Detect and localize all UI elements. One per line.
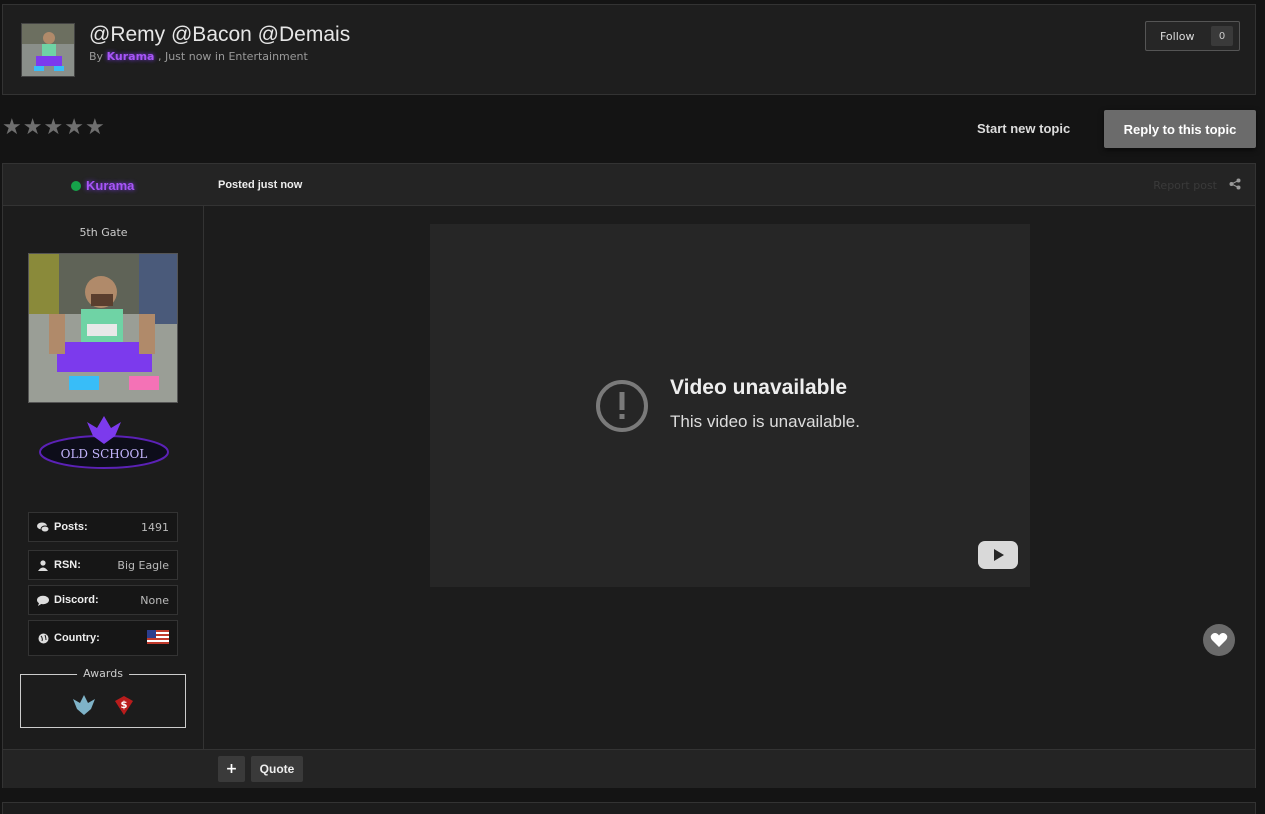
quote-button[interactable]: Quote (251, 756, 303, 782)
youtube-play-icon[interactable] (978, 541, 1018, 569)
follow-label: Follow (1160, 29, 1195, 43)
old-school-badge: OLD SCHOOL (37, 414, 171, 474)
topic-header: @Remy @Bacon @Demais By Kurama , Just no… (2, 4, 1256, 95)
exclamation-icon (596, 380, 648, 432)
multiquote-add-button[interactable]: + (218, 756, 245, 782)
topic-author-link[interactable]: Kurama (107, 50, 155, 63)
star-rating[interactable]: ★ ★ ★ ★ ★ (2, 117, 105, 139)
like-button[interactable] (1203, 624, 1235, 656)
awards-box: Awards $ (20, 667, 186, 728)
author-sidebar: 5th Gate OLD SCHOOL Posts: 1491 RSN: Big… (3, 206, 204, 749)
stat-value: Big Eagle (117, 558, 169, 572)
user-icon (37, 559, 49, 571)
report-post-link[interactable]: Report post (1153, 179, 1217, 192)
follow-count: 0 (1211, 26, 1233, 46)
stat-key: Country: (54, 632, 100, 644)
stat-rsn: RSN: Big Eagle (28, 550, 178, 580)
badge-text: OLD SCHOOL (61, 447, 148, 461)
video-unavailable-subtitle: This video is unavailable. (670, 412, 860, 431)
stat-value: None (140, 593, 169, 607)
next-post-panel (2, 802, 1256, 814)
post-header: Kurama Posted just now Report post (3, 164, 1255, 206)
reply-to-topic-button[interactable]: Reply to this topic (1104, 110, 1256, 148)
stat-discord: Discord: None (28, 585, 178, 615)
post-footer: + Quote (3, 749, 1255, 788)
chat-icon (37, 594, 49, 606)
stat-key: RSN: (54, 559, 81, 571)
post: Kurama Posted just now Report post 5th G… (2, 163, 1256, 788)
member-rank: 5th Gate (79, 226, 128, 239)
start-new-topic-link[interactable]: Start new topic (977, 121, 1070, 136)
topic-author-avatar[interactable] (21, 23, 75, 77)
star-icon[interactable]: ★ (2, 117, 22, 139)
video-unavailable-title: Video unavailable (670, 376, 848, 399)
post-author[interactable]: Kurama (71, 178, 134, 193)
star-icon[interactable]: ★ (43, 117, 63, 139)
online-indicator-icon (71, 180, 81, 191)
star-icon[interactable]: ★ (64, 117, 84, 139)
topic-meta: By Kurama , Just now in Entertainment (89, 50, 308, 63)
star-icon[interactable]: ★ (23, 117, 43, 139)
follow-button[interactable]: Follow 0 (1145, 21, 1240, 51)
star-icon[interactable]: ★ (85, 117, 105, 139)
stat-posts: Posts: 1491 (28, 512, 178, 542)
eagle-award-icon[interactable] (71, 693, 97, 717)
stat-key: Posts: (54, 521, 88, 533)
topic-title: @Remy @Bacon @Demais (89, 23, 351, 46)
by-label: By (89, 50, 104, 63)
post-author-name[interactable]: Kurama (86, 178, 134, 193)
stat-value: 1491 (141, 520, 169, 534)
post-timestamp: Posted just now (218, 179, 303, 191)
stat-country: Country: (28, 620, 178, 656)
money-award-icon[interactable]: $ (111, 693, 137, 717)
video-embed[interactable]: Video unavailable This video is unavaila… (430, 224, 1030, 587)
share-icon[interactable] (1229, 178, 1241, 190)
heart-icon (1210, 633, 1228, 647)
stat-key: Discord: (54, 594, 99, 606)
comments-icon (37, 521, 49, 533)
us-flag-icon (147, 629, 169, 647)
topic-meta-suffix: , Just now in Entertainment (157, 50, 308, 63)
svg-text:$: $ (121, 700, 128, 711)
author-avatar[interactable] (28, 253, 178, 403)
awards-label: Awards (77, 667, 129, 680)
globe-icon (37, 632, 49, 644)
